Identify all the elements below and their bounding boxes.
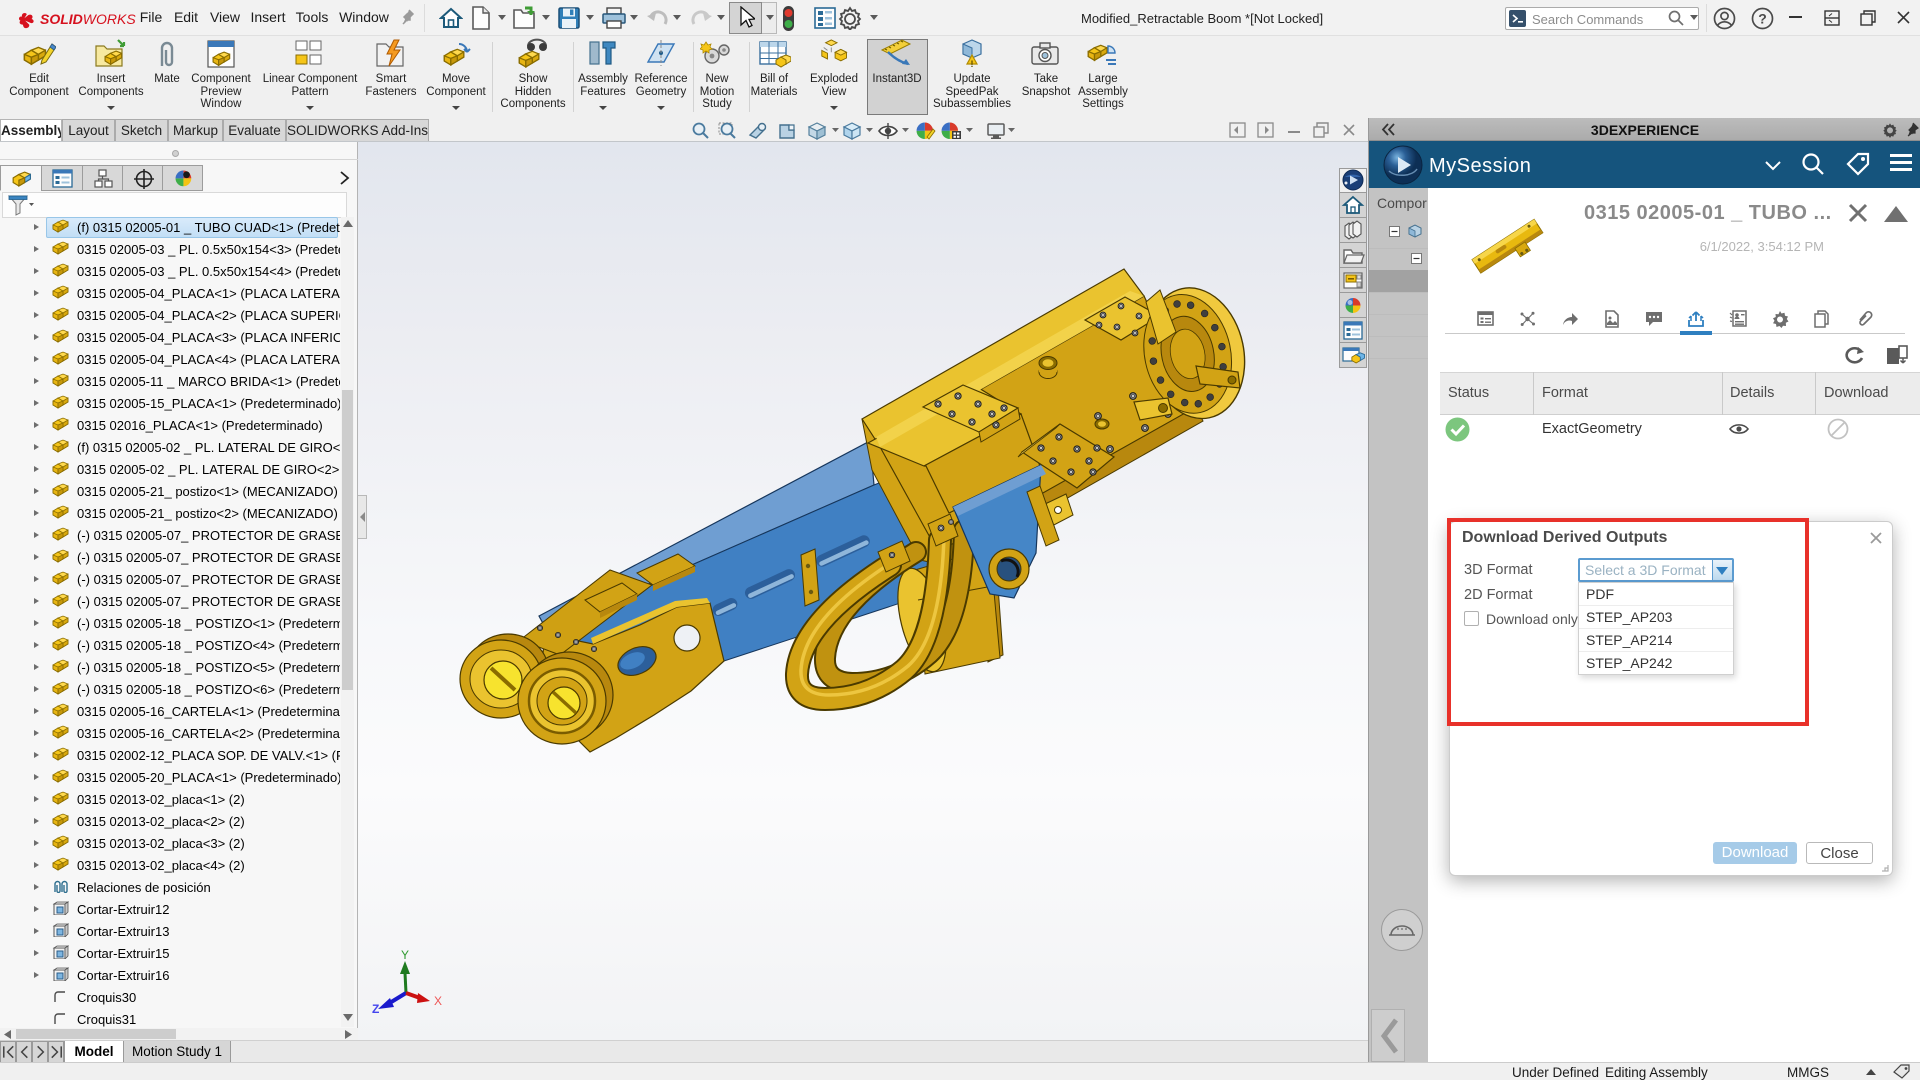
svg-text:?: ?	[1758, 11, 1767, 27]
svg-text:Z: Z	[372, 1002, 379, 1016]
svg-text:!: !	[971, 59, 974, 69]
svg-text:X: X	[434, 994, 442, 1008]
svg-text:Y: Y	[401, 948, 409, 962]
